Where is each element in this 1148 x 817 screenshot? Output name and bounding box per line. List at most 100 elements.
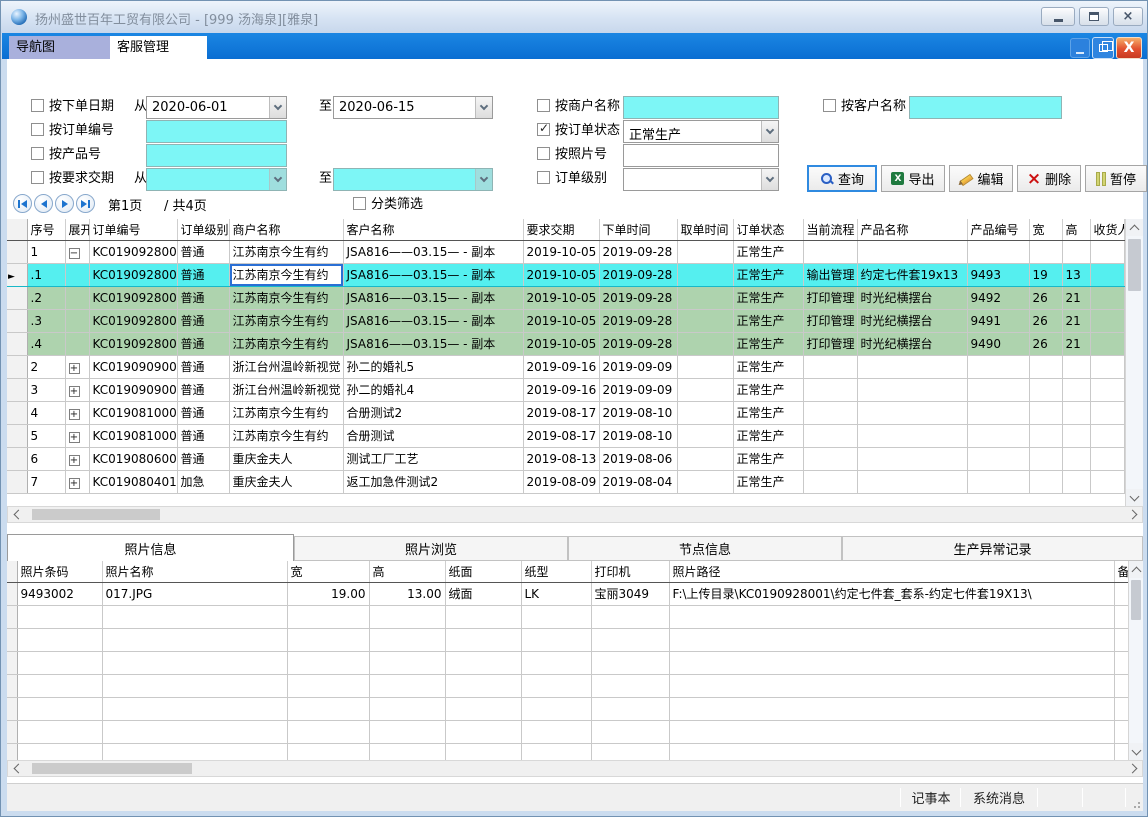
cell[interactable]: 4 bbox=[27, 401, 65, 424]
cell[interactable]: 19.00 bbox=[287, 582, 369, 605]
cell[interactable]: 2019-08-17 bbox=[523, 401, 599, 424]
cell[interactable]: 正常生产 bbox=[733, 309, 803, 332]
filter-order-level-checkbox[interactable] bbox=[537, 171, 550, 184]
cell[interactable]: JSA816——03.15— - 副本 bbox=[343, 332, 523, 355]
main-vertical-scrollbar[interactable] bbox=[1125, 219, 1143, 506]
cell[interactable]: 017.JPG bbox=[102, 582, 287, 605]
column-header[interactable]: 高 bbox=[369, 561, 445, 582]
cell[interactable]: 江苏南京今生有约 bbox=[229, 309, 343, 332]
column-header[interactable]: 高 bbox=[1062, 219, 1090, 240]
cell[interactable]: JSA816——03.15— - 副本 bbox=[343, 263, 523, 286]
scroll-right-icon[interactable] bbox=[1125, 761, 1142, 776]
cell[interactable]: 时光纪横摆台 bbox=[857, 286, 967, 309]
cell[interactable] bbox=[967, 401, 1029, 424]
cell[interactable] bbox=[1029, 355, 1062, 378]
cell[interactable] bbox=[65, 332, 89, 355]
cell[interactable]: 2019-09-16 bbox=[523, 378, 599, 401]
scrollbar-thumb[interactable] bbox=[32, 509, 160, 520]
column-header[interactable]: 照片条码 bbox=[17, 561, 102, 582]
photo-horizontal-scrollbar[interactable] bbox=[7, 760, 1143, 777]
row-header[interactable] bbox=[7, 286, 27, 309]
cell[interactable] bbox=[65, 263, 89, 286]
cell[interactable] bbox=[65, 309, 89, 332]
cell[interactable]: 正常生产 bbox=[733, 470, 803, 493]
cell[interactable]: 正常生产 bbox=[733, 378, 803, 401]
cell[interactable]: 孙二的婚礼5 bbox=[343, 355, 523, 378]
restore-button[interactable] bbox=[1079, 7, 1109, 26]
cell[interactable]: .4 bbox=[27, 332, 65, 355]
cell[interactable] bbox=[1029, 240, 1062, 263]
cell[interactable]: 孙二的婚礼4 bbox=[343, 378, 523, 401]
cell[interactable]: 2019-09-09 bbox=[599, 355, 677, 378]
column-header[interactable]: 照片路径 bbox=[669, 561, 1114, 582]
cell[interactable]: 正常生产 bbox=[733, 355, 803, 378]
cell[interactable]: 正常生产 bbox=[733, 286, 803, 309]
cell[interactable] bbox=[857, 447, 967, 470]
cell[interactable]: 2019-10-05 bbox=[523, 263, 599, 286]
cell[interactable]: KC0190806001 bbox=[89, 447, 177, 470]
tab-customer-service[interactable]: 客服管理 bbox=[110, 36, 207, 59]
cell[interactable]: KC0190909002 bbox=[89, 355, 177, 378]
cell[interactable]: KC0190928001 bbox=[89, 263, 177, 286]
cell[interactable]: 江苏南京今生有约 bbox=[229, 240, 343, 263]
export-button[interactable]: X 导出 bbox=[881, 165, 945, 192]
column-header[interactable]: 产品名称 bbox=[857, 219, 967, 240]
cell[interactable] bbox=[1090, 332, 1124, 355]
cell[interactable]: 打印管理 bbox=[803, 332, 857, 355]
table-row[interactable]: .3KC0190928001普通江苏南京今生有约JSA816——03.15— -… bbox=[7, 309, 1124, 332]
cell[interactable] bbox=[857, 378, 967, 401]
table-row[interactable]: ►.1KC0190928001普通江苏南京今生有约JSA816——03.15— … bbox=[7, 263, 1124, 286]
cell[interactable]: 26 bbox=[1029, 332, 1062, 355]
cell[interactable] bbox=[677, 263, 733, 286]
cell[interactable]: 时光纪横摆台 bbox=[857, 309, 967, 332]
cell[interactable] bbox=[1062, 470, 1090, 493]
cell[interactable] bbox=[1090, 240, 1124, 263]
expand-icon[interactable]: + bbox=[69, 363, 80, 374]
scroll-right-icon[interactable] bbox=[1125, 507, 1142, 522]
table-row[interactable]: 2+KC0190909002普通浙江台州温岭新视觉孙二的婚礼52019-09-1… bbox=[7, 355, 1124, 378]
cell[interactable]: 9491 bbox=[967, 309, 1029, 332]
mdi-minimize-button[interactable] bbox=[1070, 38, 1090, 58]
scrollbar-thumb[interactable] bbox=[1128, 239, 1141, 291]
cell[interactable]: 输出管理 bbox=[803, 263, 857, 286]
chevron-down-icon[interactable] bbox=[269, 97, 286, 118]
cell[interactable]: 正常生产 bbox=[733, 263, 803, 286]
cell[interactable]: 普通 bbox=[177, 424, 229, 447]
cell[interactable]: F:\上传目录\KC0190928001\约定七件套_套系-约定七件套19X13… bbox=[669, 582, 1114, 605]
column-header[interactable]: 打印机 bbox=[591, 561, 669, 582]
cell[interactable]: + bbox=[65, 355, 89, 378]
column-header[interactable]: 订单状态 bbox=[733, 219, 803, 240]
cell[interactable]: 2019-08-06 bbox=[599, 447, 677, 470]
cell[interactable] bbox=[1090, 470, 1124, 493]
cell[interactable]: + bbox=[65, 401, 89, 424]
filter-order-status-checkbox[interactable] bbox=[537, 123, 550, 136]
tab-navigation-map[interactable]: 导航图 bbox=[9, 36, 110, 59]
cell[interactable]: 2019-08-10 bbox=[599, 401, 677, 424]
scroll-left-icon[interactable] bbox=[8, 761, 25, 776]
cell[interactable]: 9493 bbox=[967, 263, 1029, 286]
cell[interactable]: 返工加急件测试2 bbox=[343, 470, 523, 493]
cell[interactable]: 1 bbox=[27, 240, 65, 263]
cell[interactable] bbox=[803, 401, 857, 424]
cell[interactable]: 普通 bbox=[177, 378, 229, 401]
filter-order-date-checkbox[interactable] bbox=[31, 99, 44, 112]
expand-icon[interactable]: + bbox=[69, 432, 80, 443]
cell[interactable]: 2019-08-04 bbox=[599, 470, 677, 493]
cell[interactable]: 2019-09-28 bbox=[599, 309, 677, 332]
cell[interactable] bbox=[1062, 401, 1090, 424]
cell[interactable] bbox=[857, 424, 967, 447]
column-header[interactable]: 展开 bbox=[65, 219, 89, 240]
table-row[interactable]: 6+KC0190806001普通重庆金夫人测试工厂工艺2019-08-13201… bbox=[7, 447, 1124, 470]
cell[interactable]: 普通 bbox=[177, 447, 229, 470]
cell[interactable]: 26 bbox=[1029, 286, 1062, 309]
order-level-combo[interactable] bbox=[623, 168, 779, 191]
expand-icon[interactable]: + bbox=[69, 455, 80, 466]
cell[interactable]: 2019-08-13 bbox=[523, 447, 599, 470]
cell[interactable]: 普通 bbox=[177, 263, 229, 286]
cell[interactable] bbox=[857, 240, 967, 263]
scroll-up-icon[interactable] bbox=[1126, 219, 1143, 236]
notepad-button[interactable]: 记事本 bbox=[903, 784, 959, 811]
first-page-button[interactable] bbox=[13, 194, 32, 213]
table-row[interactable]: 9493002017.JPG19.0013.00绒面LK宝丽3049F:\上传目… bbox=[7, 582, 1128, 605]
cell[interactable]: 2019-09-28 bbox=[599, 286, 677, 309]
